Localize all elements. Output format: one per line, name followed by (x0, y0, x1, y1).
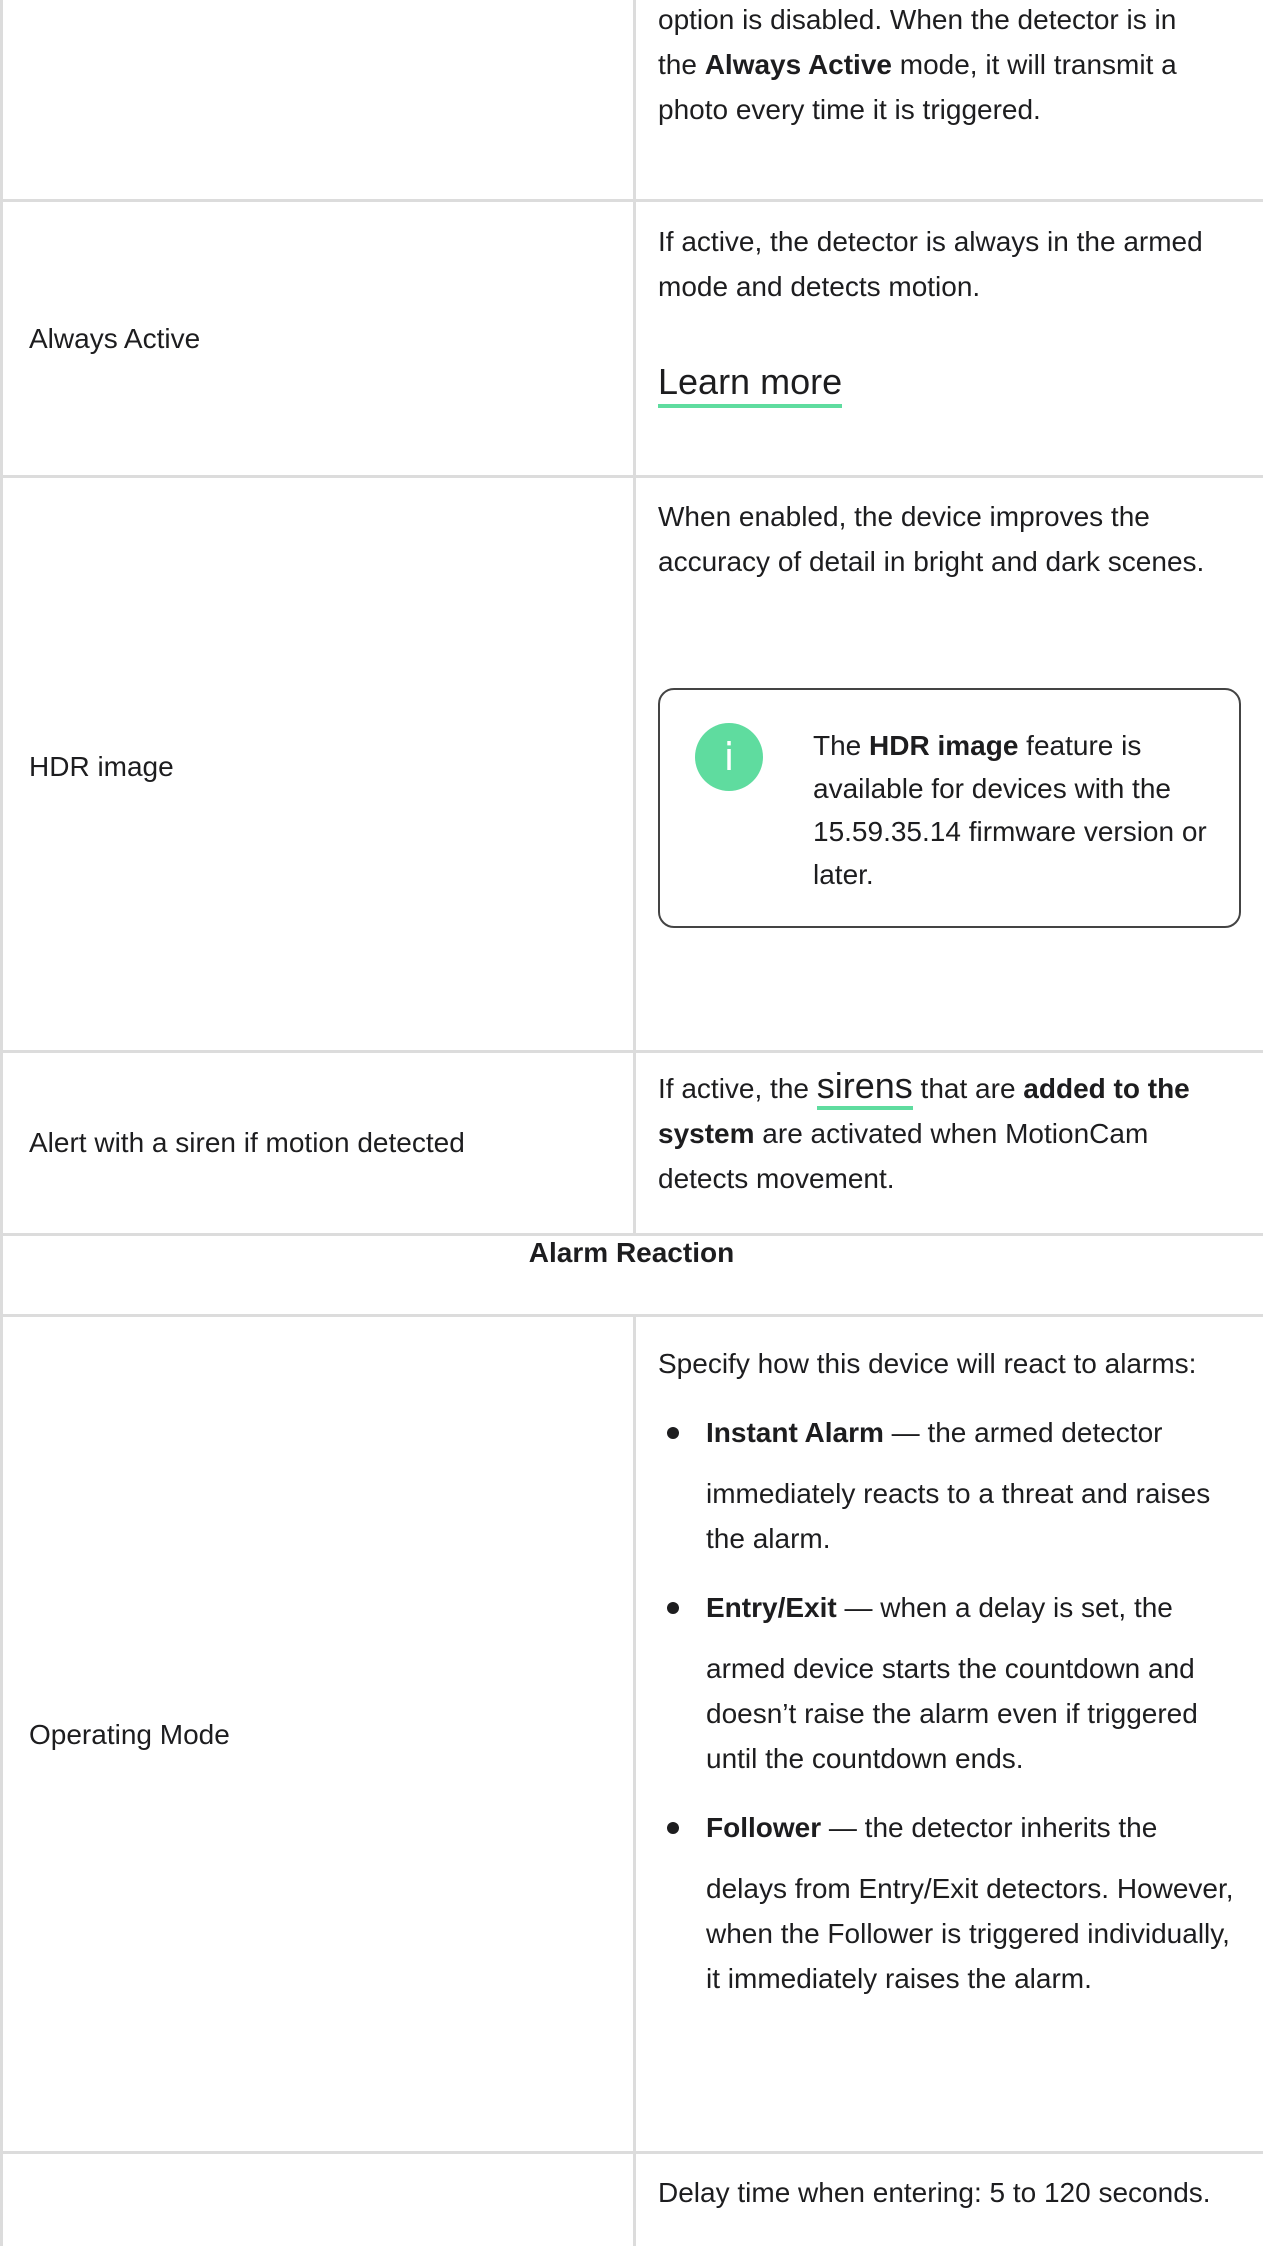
list-item-text: immediately reacts to a threat and raise… (706, 1478, 1211, 1554)
row-divider (0, 1314, 1263, 1317)
description-line: the Always Active mode, it will transmit… (658, 42, 1243, 87)
setting-label-siren-alert: Alert with a siren if motion detected (29, 1127, 465, 1158)
learn-more-link[interactable]: Learn more (658, 360, 843, 408)
description-intro: Specify how this device will react to al… (658, 1348, 1197, 1379)
text: — when a delay is set, the (836, 1592, 1173, 1623)
settings-table: option is disabled. When the detector is… (0, 0, 1263, 2246)
bullet-icon (667, 1427, 679, 1439)
description-text: When enabled, the device improves the ac… (658, 501, 1205, 577)
row-divider (0, 199, 1263, 202)
text: The (813, 730, 870, 761)
row-divider (0, 2151, 1263, 2154)
bold-term: HDR image (869, 730, 1019, 761)
row-divider (0, 475, 1263, 478)
bold-term: Instant Alarm (706, 1417, 884, 1448)
info-note: i The HDR image feature is available for… (658, 688, 1241, 928)
list-item-first-line: Follower — the detector inherits the (706, 1805, 1243, 1850)
text: — the armed detector (883, 1417, 1163, 1448)
hdr-description: When enabled, the device improves the ac… (658, 494, 1243, 584)
description-line: photo every time it is triggered. (658, 94, 1041, 125)
text: that are (912, 1073, 1024, 1104)
column-divider (633, 0, 636, 1233)
setting-label-always-active: Always Active (29, 323, 201, 354)
note-text: The HDR image feature is available for d… (813, 724, 1213, 896)
list-item: Instant Alarm — the armed detector immed… (658, 1410, 1243, 1561)
sirens-link[interactable]: sirens (816, 1065, 913, 1110)
text: — the detector inherits the (821, 1812, 1158, 1843)
list-item: Entry/Exit — when a delay is set, the ar… (658, 1585, 1243, 1781)
section-header-alarm-reaction: Alarm Reaction (528, 1237, 735, 1268)
list-item-text: armed device starts the countdown and do… (706, 1653, 1198, 1774)
description-text: If active, the sirens that are added to … (658, 1065, 1243, 1201)
bold-term: Always Active (704, 49, 892, 80)
description-text: If active, the detector is always in the… (658, 226, 1203, 302)
text: the (658, 49, 705, 80)
text: mode, it will transmit a (891, 49, 1177, 80)
setting-label-operating-mode: Operating Mode (29, 1719, 230, 1750)
bullet-icon (667, 1822, 679, 1834)
table-left-border (0, 0, 3, 2246)
list-item-first-line: Instant Alarm — the armed detector (706, 1410, 1243, 1455)
list-item-text: delays from Entry/Exit detectors. Howeve… (706, 1873, 1234, 1994)
info-icon: i (695, 723, 763, 791)
text: If active, the (658, 1073, 817, 1104)
row-divider (0, 1050, 1263, 1053)
description-text: Delay time when entering: 5 to 120 secon… (658, 2177, 1211, 2208)
bold-term: Follower (706, 1812, 822, 1843)
operating-mode-description: Specify how this device will react to al… (658, 1341, 1243, 2001)
list-item-first-line: Entry/Exit — when a delay is set, the (706, 1585, 1243, 1630)
description-line: option is disabled. When the detector is… (658, 4, 1177, 35)
bold-term: Entry/Exit (706, 1592, 837, 1623)
column-divider (633, 1317, 636, 2246)
always-active-description: If active, the detector is always in the… (658, 219, 1243, 309)
setting-label-hdr-image: HDR image (29, 751, 174, 782)
photo-transmission-description: option is disabled. When the detector is… (658, 0, 1243, 132)
siren-description: If active, the sirens that are added to … (658, 1065, 1243, 1201)
list-item: Follower — the detector inherits the del… (658, 1805, 1243, 2001)
delay-description: Delay time when entering: 5 to 120 secon… (658, 2170, 1243, 2215)
bullet-icon (667, 1602, 679, 1614)
